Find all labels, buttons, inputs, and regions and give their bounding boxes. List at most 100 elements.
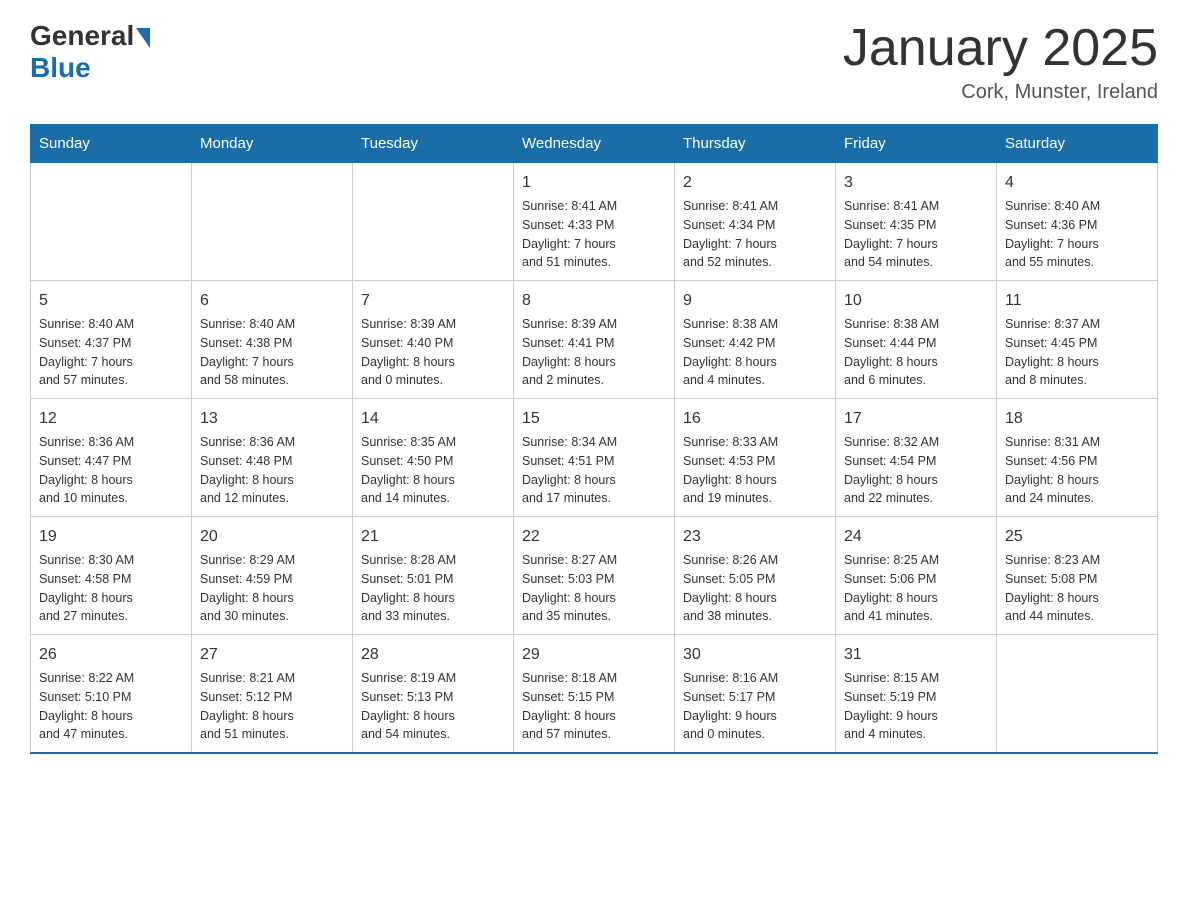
calendar-cell: 7Sunrise: 8:39 AM Sunset: 4:40 PM Daylig… bbox=[353, 281, 514, 399]
logo-blue-text: Blue bbox=[30, 52, 91, 84]
day-info: Sunrise: 8:36 AM Sunset: 4:48 PM Dayligh… bbox=[200, 433, 344, 508]
day-number: 7 bbox=[361, 289, 505, 313]
location: Cork, Munster, Ireland bbox=[843, 81, 1158, 104]
day-info: Sunrise: 8:28 AM Sunset: 5:01 PM Dayligh… bbox=[361, 551, 505, 626]
calendar-cell: 27Sunrise: 8:21 AM Sunset: 5:12 PM Dayli… bbox=[192, 635, 353, 754]
calendar-cell: 30Sunrise: 8:16 AM Sunset: 5:17 PM Dayli… bbox=[675, 635, 836, 754]
calendar-day-header: Monday bbox=[192, 125, 353, 163]
month-title: January 2025 bbox=[843, 20, 1158, 77]
calendar-day-header: Wednesday bbox=[514, 125, 675, 163]
day-number: 16 bbox=[683, 407, 827, 431]
day-info: Sunrise: 8:39 AM Sunset: 4:40 PM Dayligh… bbox=[361, 315, 505, 390]
calendar-cell: 16Sunrise: 8:33 AM Sunset: 4:53 PM Dayli… bbox=[675, 399, 836, 517]
calendar-cell: 1Sunrise: 8:41 AM Sunset: 4:33 PM Daylig… bbox=[514, 163, 675, 281]
day-info: Sunrise: 8:34 AM Sunset: 4:51 PM Dayligh… bbox=[522, 433, 666, 508]
logo: General Blue bbox=[30, 20, 150, 84]
day-number: 21 bbox=[361, 525, 505, 549]
day-info: Sunrise: 8:30 AM Sunset: 4:58 PM Dayligh… bbox=[39, 551, 183, 626]
day-number: 19 bbox=[39, 525, 183, 549]
day-info: Sunrise: 8:31 AM Sunset: 4:56 PM Dayligh… bbox=[1005, 433, 1149, 508]
calendar-header-row: SundayMondayTuesdayWednesdayThursdayFrid… bbox=[31, 125, 1158, 163]
day-number: 10 bbox=[844, 289, 988, 313]
day-info: Sunrise: 8:27 AM Sunset: 5:03 PM Dayligh… bbox=[522, 551, 666, 626]
day-info: Sunrise: 8:39 AM Sunset: 4:41 PM Dayligh… bbox=[522, 315, 666, 390]
day-number: 11 bbox=[1005, 289, 1149, 313]
day-number: 4 bbox=[1005, 171, 1149, 195]
calendar-cell bbox=[192, 163, 353, 281]
calendar-cell: 13Sunrise: 8:36 AM Sunset: 4:48 PM Dayli… bbox=[192, 399, 353, 517]
calendar-cell: 22Sunrise: 8:27 AM Sunset: 5:03 PM Dayli… bbox=[514, 517, 675, 635]
day-number: 29 bbox=[522, 643, 666, 667]
calendar-cell: 14Sunrise: 8:35 AM Sunset: 4:50 PM Dayli… bbox=[353, 399, 514, 517]
day-info: Sunrise: 8:38 AM Sunset: 4:42 PM Dayligh… bbox=[683, 315, 827, 390]
day-info: Sunrise: 8:29 AM Sunset: 4:59 PM Dayligh… bbox=[200, 551, 344, 626]
calendar-cell: 31Sunrise: 8:15 AM Sunset: 5:19 PM Dayli… bbox=[836, 635, 997, 754]
day-number: 18 bbox=[1005, 407, 1149, 431]
day-number: 3 bbox=[844, 171, 988, 195]
day-number: 22 bbox=[522, 525, 666, 549]
day-number: 5 bbox=[39, 289, 183, 313]
day-number: 30 bbox=[683, 643, 827, 667]
calendar-cell bbox=[353, 163, 514, 281]
day-number: 2 bbox=[683, 171, 827, 195]
day-number: 20 bbox=[200, 525, 344, 549]
calendar-cell: 10Sunrise: 8:38 AM Sunset: 4:44 PM Dayli… bbox=[836, 281, 997, 399]
calendar-cell: 29Sunrise: 8:18 AM Sunset: 5:15 PM Dayli… bbox=[514, 635, 675, 754]
day-info: Sunrise: 8:41 AM Sunset: 4:33 PM Dayligh… bbox=[522, 197, 666, 272]
day-info: Sunrise: 8:41 AM Sunset: 4:34 PM Dayligh… bbox=[683, 197, 827, 272]
calendar-cell: 20Sunrise: 8:29 AM Sunset: 4:59 PM Dayli… bbox=[192, 517, 353, 635]
day-number: 13 bbox=[200, 407, 344, 431]
calendar-day-header: Thursday bbox=[675, 125, 836, 163]
calendar-cell: 4Sunrise: 8:40 AM Sunset: 4:36 PM Daylig… bbox=[997, 163, 1158, 281]
calendar-cell: 19Sunrise: 8:30 AM Sunset: 4:58 PM Dayli… bbox=[31, 517, 192, 635]
calendar-day-header: Tuesday bbox=[353, 125, 514, 163]
logo-general-text: General bbox=[30, 20, 134, 52]
day-number: 9 bbox=[683, 289, 827, 313]
calendar-cell: 18Sunrise: 8:31 AM Sunset: 4:56 PM Dayli… bbox=[997, 399, 1158, 517]
calendar-cell: 24Sunrise: 8:25 AM Sunset: 5:06 PM Dayli… bbox=[836, 517, 997, 635]
calendar-cell: 15Sunrise: 8:34 AM Sunset: 4:51 PM Dayli… bbox=[514, 399, 675, 517]
calendar-cell: 21Sunrise: 8:28 AM Sunset: 5:01 PM Dayli… bbox=[353, 517, 514, 635]
day-info: Sunrise: 8:32 AM Sunset: 4:54 PM Dayligh… bbox=[844, 433, 988, 508]
day-info: Sunrise: 8:26 AM Sunset: 5:05 PM Dayligh… bbox=[683, 551, 827, 626]
calendar-day-header: Saturday bbox=[997, 125, 1158, 163]
calendar-cell: 11Sunrise: 8:37 AM Sunset: 4:45 PM Dayli… bbox=[997, 281, 1158, 399]
calendar-cell: 5Sunrise: 8:40 AM Sunset: 4:37 PM Daylig… bbox=[31, 281, 192, 399]
calendar-week-row: 5Sunrise: 8:40 AM Sunset: 4:37 PM Daylig… bbox=[31, 281, 1158, 399]
calendar-cell: 28Sunrise: 8:19 AM Sunset: 5:13 PM Dayli… bbox=[353, 635, 514, 754]
day-info: Sunrise: 8:22 AM Sunset: 5:10 PM Dayligh… bbox=[39, 669, 183, 744]
day-info: Sunrise: 8:40 AM Sunset: 4:37 PM Dayligh… bbox=[39, 315, 183, 390]
day-number: 8 bbox=[522, 289, 666, 313]
calendar-cell: 17Sunrise: 8:32 AM Sunset: 4:54 PM Dayli… bbox=[836, 399, 997, 517]
day-number: 27 bbox=[200, 643, 344, 667]
calendar-cell: 3Sunrise: 8:41 AM Sunset: 4:35 PM Daylig… bbox=[836, 163, 997, 281]
day-info: Sunrise: 8:38 AM Sunset: 4:44 PM Dayligh… bbox=[844, 315, 988, 390]
day-info: Sunrise: 8:36 AM Sunset: 4:47 PM Dayligh… bbox=[39, 433, 183, 508]
calendar-week-row: 1Sunrise: 8:41 AM Sunset: 4:33 PM Daylig… bbox=[31, 163, 1158, 281]
calendar-cell bbox=[997, 635, 1158, 754]
calendar-cell: 6Sunrise: 8:40 AM Sunset: 4:38 PM Daylig… bbox=[192, 281, 353, 399]
title-section: January 2025 Cork, Munster, Ireland bbox=[843, 20, 1158, 104]
calendar-cell: 9Sunrise: 8:38 AM Sunset: 4:42 PM Daylig… bbox=[675, 281, 836, 399]
day-info: Sunrise: 8:40 AM Sunset: 4:36 PM Dayligh… bbox=[1005, 197, 1149, 272]
calendar-cell: 25Sunrise: 8:23 AM Sunset: 5:08 PM Dayli… bbox=[997, 517, 1158, 635]
day-info: Sunrise: 8:23 AM Sunset: 5:08 PM Dayligh… bbox=[1005, 551, 1149, 626]
day-number: 17 bbox=[844, 407, 988, 431]
logo-arrow-icon bbox=[136, 28, 150, 48]
calendar-table: SundayMondayTuesdayWednesdayThursdayFrid… bbox=[30, 124, 1158, 754]
calendar-cell: 26Sunrise: 8:22 AM Sunset: 5:10 PM Dayli… bbox=[31, 635, 192, 754]
day-number: 25 bbox=[1005, 525, 1149, 549]
day-info: Sunrise: 8:25 AM Sunset: 5:06 PM Dayligh… bbox=[844, 551, 988, 626]
day-number: 14 bbox=[361, 407, 505, 431]
calendar-day-header: Friday bbox=[836, 125, 997, 163]
day-number: 23 bbox=[683, 525, 827, 549]
day-number: 1 bbox=[522, 171, 666, 195]
calendar-cell: 2Sunrise: 8:41 AM Sunset: 4:34 PM Daylig… bbox=[675, 163, 836, 281]
day-info: Sunrise: 8:37 AM Sunset: 4:45 PM Dayligh… bbox=[1005, 315, 1149, 390]
day-number: 28 bbox=[361, 643, 505, 667]
day-info: Sunrise: 8:33 AM Sunset: 4:53 PM Dayligh… bbox=[683, 433, 827, 508]
calendar-week-row: 12Sunrise: 8:36 AM Sunset: 4:47 PM Dayli… bbox=[31, 399, 1158, 517]
day-number: 24 bbox=[844, 525, 988, 549]
calendar-cell bbox=[31, 163, 192, 281]
day-info: Sunrise: 8:40 AM Sunset: 4:38 PM Dayligh… bbox=[200, 315, 344, 390]
